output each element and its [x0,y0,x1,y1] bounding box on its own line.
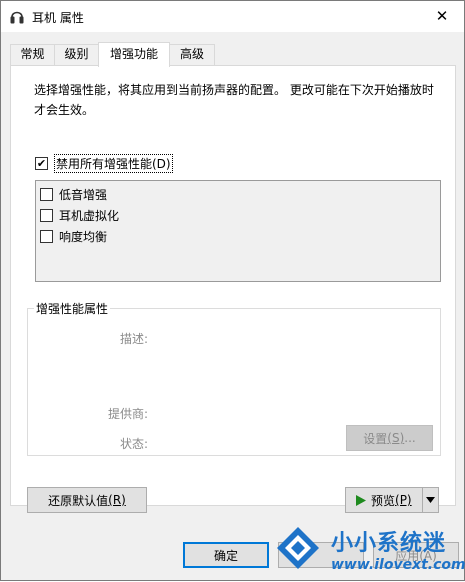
provider-label: 提供商: [107,407,148,421]
checkbox-icon [40,209,53,222]
restore-defaults-button[interactable]: 还原默认值 (R) [27,487,147,513]
close-icon: ✕ [435,7,449,25]
settings-button[interactable]: 设置 (S)... [346,425,433,451]
enhancement-properties-group: 增强性能属性 描述: 提供商: 状态: 设置 (S)... [27,300,441,456]
tab-advanced[interactable]: 高级 [169,44,215,65]
status-label: 状态: [119,437,148,451]
disable-all-label: 禁用所有增强性能(D) [54,154,173,173]
properties-dialog: 耳机 属性 ✕ 常规 级别 增强功能 高级 选择增强性能，将其应用到当前扬声器的… [0,0,465,581]
tab-enhancements[interactable]: 增强功能 [98,42,170,67]
group-title: 增强性能属性 [34,300,111,317]
preview-dropdown-button[interactable] [422,488,438,512]
description-label: 描述: [119,332,148,346]
checkbox-icon [40,188,53,201]
tab-levels[interactable]: 级别 [54,44,99,65]
watermark-name: 小小系统迷 [331,531,447,556]
close-button[interactable]: ✕ [420,1,464,31]
tab-general[interactable]: 常规 [10,44,55,65]
ok-button[interactable]: 确定 [183,542,269,568]
checkbox-checked-icon: ✔ [35,157,48,170]
enhancements-panel: 选择增强性能，将其应用到当前扬声器的配置。 更改可能在下次开始播放时才会生效。 … [10,65,456,513]
enhancements-list: 低音增强 耳机虚拟化 响度均衡 [35,180,441,282]
title-bar[interactable]: 耳机 属性 ✕ [1,1,464,32]
description-text: 选择增强性能，将其应用到当前扬声器的配置。 更改可能在下次开始播放时才会生效。 [34,83,434,117]
watermark-url: www.ilovext.com [331,557,465,573]
checkbox-icon [40,230,53,243]
play-icon [356,494,366,506]
enhancement-loudness-equalization[interactable]: 响度均衡 [40,228,107,245]
preview-button[interactable]: 预览 (P) [345,487,439,513]
enhancement-bass-boost[interactable]: 低音增强 [40,186,107,203]
disable-all-checkbox[interactable]: ✔ 禁用所有增强性能(D) [35,154,173,173]
enhancement-headphone-virtualization[interactable]: 耳机虚拟化 [40,207,119,224]
chevron-down-icon [426,497,435,503]
headphones-icon [10,11,24,24]
watermark: 小小系统迷 www.ilovext.com [269,521,465,582]
window-title: 耳机 属性 [32,11,84,25]
watermark-logo-icon [277,527,319,569]
